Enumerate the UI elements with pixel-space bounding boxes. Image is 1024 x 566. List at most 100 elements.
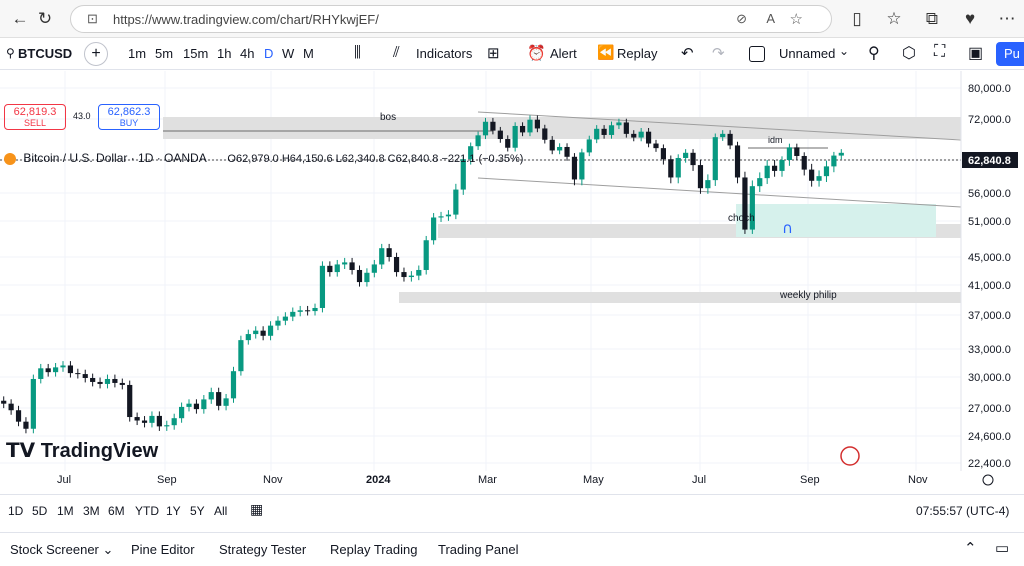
candle-body bbox=[431, 217, 437, 241]
more-icon[interactable]: ⋯ bbox=[995, 7, 1019, 31]
tab-replay-trading[interactable]: Replay Trading bbox=[330, 542, 417, 557]
idm-label: idm bbox=[768, 135, 783, 145]
tracking-icon[interactable]: ⊘ bbox=[736, 11, 747, 27]
alert-button[interactable]: Alert bbox=[550, 46, 577, 61]
chevron-down-icon[interactable]: ⌄ bbox=[839, 44, 849, 58]
y-tick-label: 22,400.0 bbox=[968, 458, 1011, 470]
chart-area[interactable]: bos idm choch weekly philip ∩ 80,000.0 72… bbox=[0, 71, 1024, 491]
candle-body bbox=[30, 378, 36, 429]
candle-body bbox=[290, 311, 296, 317]
candle-body bbox=[586, 139, 592, 153]
replay-icon[interactable]: ⏪ bbox=[597, 44, 614, 61]
quick-search-icon[interactable]: ⚲ bbox=[868, 43, 880, 63]
economic-event-icon[interactable] bbox=[840, 446, 860, 466]
candle-body bbox=[186, 403, 192, 407]
candle-body bbox=[705, 180, 711, 189]
alert-icon[interactable]: ⏰ bbox=[527, 44, 546, 62]
maximize-icon[interactable]: ▭ bbox=[995, 539, 1009, 557]
candle-body bbox=[697, 165, 704, 189]
interval-d[interactable]: D bbox=[264, 46, 273, 61]
candle-body bbox=[238, 340, 244, 372]
candles-icon[interactable]: ⫼ bbox=[354, 44, 361, 61]
templates-icon[interactable]: ⊞ bbox=[487, 44, 500, 62]
range-5y[interactable]: 5Y bbox=[190, 504, 205, 518]
candle-body bbox=[82, 374, 88, 378]
x-tick-label: Jul bbox=[692, 474, 706, 486]
layout-icon[interactable] bbox=[749, 46, 765, 62]
candle-body bbox=[801, 155, 807, 170]
redo-icon[interactable]: ↷ bbox=[712, 44, 725, 62]
range-ytd[interactable]: YTD bbox=[135, 504, 159, 518]
interval-1h[interactable]: 1h bbox=[217, 46, 231, 61]
magnet-icon[interactable]: ∩ bbox=[782, 219, 793, 237]
x-axis: Jul Sep Nov 2024 Mar May Jul Sep Nov bbox=[57, 474, 928, 486]
range-all[interactable]: All bbox=[214, 504, 227, 518]
publish-button[interactable]: Pu bbox=[996, 42, 1024, 66]
interval-5m[interactable]: 5m bbox=[155, 46, 173, 61]
bos-supply-zone[interactable] bbox=[163, 117, 961, 139]
interval-w[interactable]: W bbox=[282, 46, 294, 61]
interval-1m[interactable]: 1m bbox=[128, 46, 146, 61]
extension-icon[interactable]: ♥ bbox=[958, 7, 982, 31]
candle-body bbox=[727, 133, 733, 146]
range-5d[interactable]: 5D bbox=[32, 504, 47, 518]
x-tick-label: Sep bbox=[800, 474, 820, 486]
candle-body bbox=[127, 384, 133, 418]
candle-body bbox=[482, 121, 489, 136]
fullscreen-icon[interactable]: ⛶ bbox=[934, 43, 945, 61]
search-icon[interactable]: ⚲ bbox=[6, 46, 15, 60]
back-icon[interactable]: ← bbox=[8, 7, 32, 31]
symbol-title[interactable]: Bitcoin / U.S. Dollar · 1D · OANDA bbox=[23, 151, 206, 165]
range-1d[interactable]: 1D bbox=[8, 504, 23, 518]
bitcoin-logo-icon bbox=[4, 152, 16, 165]
indicators-button[interactable]: Indicators bbox=[416, 46, 472, 61]
settings-icon[interactable]: ⬡ bbox=[902, 43, 916, 63]
collections-icon[interactable]: ⧉ bbox=[920, 7, 944, 31]
candle-body bbox=[245, 334, 251, 341]
range-6m[interactable]: 6M bbox=[108, 504, 125, 518]
buy-button[interactable]: 62,862.3 BUY bbox=[98, 104, 160, 130]
collapse-icon[interactable]: ⌃ bbox=[964, 539, 977, 557]
candle-body bbox=[549, 139, 555, 151]
read-aloud-icon[interactable]: A bbox=[766, 11, 775, 26]
tab-trading-panel[interactable]: Trading Panel bbox=[438, 542, 518, 557]
chart-settings-icon[interactable] bbox=[982, 474, 994, 486]
candle-body bbox=[60, 365, 66, 368]
date-range-icon[interactable]: ▦ bbox=[250, 501, 263, 518]
range-1y[interactable]: 1Y bbox=[166, 504, 181, 518]
undo-icon[interactable]: ↶ bbox=[681, 44, 694, 62]
range-3m[interactable]: 3M bbox=[83, 504, 100, 518]
replay-button[interactable]: Replay bbox=[617, 46, 657, 61]
layout-name[interactable]: Unnamed bbox=[779, 46, 835, 61]
interval-4h[interactable]: 4h bbox=[240, 46, 254, 61]
compare-add-icon[interactable]: + bbox=[84, 42, 108, 66]
demand-zone-teal[interactable] bbox=[736, 204, 936, 237]
interval-m[interactable]: M bbox=[303, 46, 314, 61]
site-info-icon[interactable]: ⊡ bbox=[87, 11, 98, 27]
indicators-icon[interactable]: ⫽ bbox=[393, 44, 400, 61]
snapshot-icon[interactable]: ▣ bbox=[968, 43, 983, 63]
favorites-icon[interactable]: ☆ bbox=[882, 7, 906, 31]
candle-body bbox=[623, 122, 629, 134]
candle-body bbox=[371, 264, 377, 273]
refresh-icon[interactable]: ↻ bbox=[33, 7, 57, 31]
y-tick-label: 41,000.0 bbox=[968, 280, 1011, 292]
favorite-star-icon[interactable]: ☆ bbox=[790, 10, 803, 28]
split-screen-icon[interactable]: ▯ bbox=[845, 7, 869, 31]
clock-time: 07:55:57 (UTC-4) bbox=[916, 504, 1010, 518]
candle-body bbox=[386, 248, 392, 257]
candle-body bbox=[52, 367, 59, 373]
candle-body bbox=[356, 269, 363, 283]
tab-pine-editor[interactable]: Pine Editor bbox=[131, 542, 195, 557]
symbol-name[interactable]: BTCUSD bbox=[18, 46, 72, 61]
tab-stock-screener[interactable]: Stock Screener ⌄ bbox=[10, 542, 113, 558]
bos-label: bos bbox=[380, 112, 396, 123]
price-chart[interactable]: bos idm choch weekly philip ∩ 80,000.0 72… bbox=[0, 71, 1024, 491]
interval-15m[interactable]: 15m bbox=[183, 46, 208, 61]
address-bar[interactable]: ⊡ https://www.tradingview.com/chart/RHYk… bbox=[70, 5, 832, 33]
tab-strategy-tester[interactable]: Strategy Tester bbox=[219, 542, 306, 557]
range-1m[interactable]: 1M bbox=[57, 504, 74, 518]
sell-button[interactable]: 62,819.3 SELL bbox=[4, 104, 66, 130]
weekly-zone[interactable] bbox=[399, 292, 961, 303]
y-tick-label: 51,000.0 bbox=[968, 216, 1011, 228]
